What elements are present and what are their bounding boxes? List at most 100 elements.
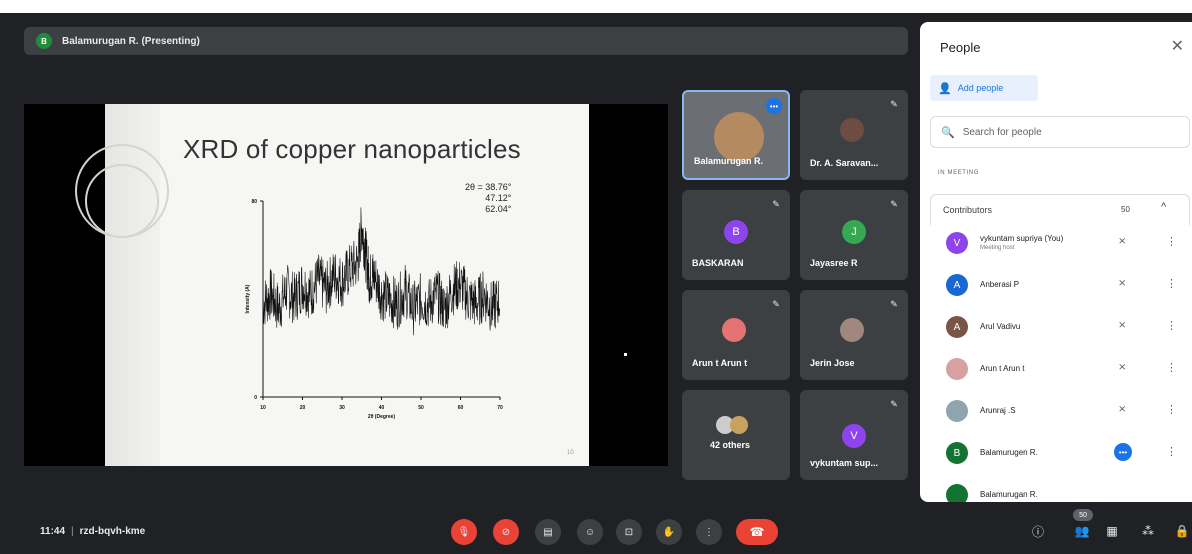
- y-axis-label: Intensity (A): [245, 284, 251, 313]
- participant-row[interactable]: A Anberasi P ⨯ ⋮: [930, 268, 1188, 306]
- mic-off-icon[interactable]: ⨯: [1118, 404, 1126, 415]
- info-icon[interactable]: ⓘ: [1028, 521, 1048, 541]
- mic-off-icon[interactable]: ⨯: [1118, 362, 1126, 373]
- captions-button[interactable]: ▤: [535, 519, 561, 545]
- camera-off-button[interactable]: ⊘: [493, 519, 519, 545]
- contributors-header[interactable]: Contributors 50 ^: [930, 194, 1190, 225]
- meeting-info: 11:44 | rzd-bqvh-kme: [40, 526, 146, 537]
- profile-photo: [722, 318, 746, 342]
- mic-off-icon: ✎: [890, 398, 898, 409]
- more-vert-icon[interactable]: ⋮: [1166, 235, 1177, 248]
- tile-name: BASKARAN: [692, 258, 744, 268]
- x-tick-label: 20: [300, 405, 306, 411]
- mic-off-button[interactable]: 🎙: [451, 519, 477, 545]
- x-tick-label: 50: [418, 405, 424, 411]
- more-vert-icon[interactable]: ⋮: [1166, 319, 1177, 332]
- avatar: V: [842, 424, 866, 448]
- more-vert-icon[interactable]: ⋮: [1166, 445, 1177, 458]
- x-tick-label: 10: [260, 405, 266, 411]
- panel-title: People: [940, 40, 981, 55]
- x-tick-label: 60: [458, 405, 464, 411]
- participants-badge: 50: [1073, 509, 1093, 521]
- avatar: B: [946, 442, 968, 464]
- participant-row[interactable]: Arun t Arun t ⨯ ⋮: [930, 352, 1188, 390]
- tile-name: Jayasree R: [810, 258, 858, 268]
- reactions-button[interactable]: ☺: [577, 519, 603, 545]
- tile-others[interactable]: 42 others: [682, 390, 790, 480]
- profile-photo: [840, 118, 864, 142]
- more-vert-icon[interactable]: ⋮: [1166, 277, 1177, 290]
- avatar: V: [946, 232, 968, 254]
- participant-row[interactable]: B Balamurugen R. ••• ⋮: [930, 436, 1188, 474]
- add-people-button[interactable]: 👤 Add people: [930, 75, 1038, 101]
- mic-off-icon[interactable]: ⨯: [1118, 236, 1126, 247]
- participant-name: Balamurugan R.: [980, 490, 1038, 499]
- profile-photo: [946, 400, 968, 422]
- presenting-banner: B Balamurugan R. (Presenting): [24, 27, 908, 55]
- profile-photo: [946, 358, 968, 380]
- meeting-code: rzd-bqvh-kme: [79, 526, 146, 537]
- raise-hand-button[interactable]: ✋: [656, 519, 682, 545]
- tile-participant[interactable]: ✎ B BASKARAN: [682, 190, 790, 280]
- lock-icon[interactable]: 🔒: [1172, 521, 1192, 541]
- video-person: [714, 112, 764, 162]
- participant-name: Arun t Arun t: [980, 364, 1025, 373]
- presentation-slide: XRD of copper nanoparticles 2θ = 38.76° …: [75, 104, 589, 466]
- close-icon[interactable]: ✕: [1171, 36, 1184, 56]
- x-axis-label: 2θ (Degree): [368, 414, 395, 420]
- more-dots-icon[interactable]: •••: [766, 98, 782, 114]
- more-vert-icon[interactable]: ⋮: [1166, 403, 1177, 416]
- presenting-label: Balamurugan R. (Presenting): [62, 35, 200, 47]
- tile-name: Dr. A. Saravan...: [810, 158, 879, 168]
- chat-icon[interactable]: ▦: [1102, 521, 1122, 541]
- tile-participant[interactable]: ✎ Arun t Arun t: [682, 290, 790, 380]
- more-dots-icon[interactable]: •••: [1114, 443, 1132, 461]
- profile-photo: [840, 318, 864, 342]
- mic-off-icon: ✎: [890, 198, 898, 209]
- add-people-label: Add people: [957, 83, 1004, 93]
- tile-participant[interactable]: ✎ V vykuntam sup...: [800, 390, 908, 480]
- participant-row[interactable]: V vykuntam supriya (You) Meeting host ⨯ …: [930, 226, 1188, 264]
- participant-name: Arunraj .S: [980, 406, 1016, 415]
- mic-off-icon[interactable]: ⨯: [1118, 320, 1126, 331]
- x-tick-label: 40: [379, 405, 385, 411]
- add-person-icon: 👤: [938, 82, 952, 95]
- avatar: [946, 484, 968, 502]
- tile-name: Arun t Arun t: [692, 358, 748, 368]
- activities-icon[interactable]: ⁂: [1138, 521, 1158, 541]
- more-vert-icon[interactable]: ⋮: [1166, 361, 1177, 374]
- mic-off-icon: ✎: [772, 298, 780, 309]
- avatar: B: [724, 220, 748, 244]
- chevron-up-icon[interactable]: ^: [1161, 201, 1166, 213]
- tile-participant[interactable]: ✎ Jerin Jose: [800, 290, 908, 380]
- leave-call-button[interactable]: ☎: [736, 519, 778, 545]
- participant-role: Meeting host: [980, 245, 1015, 251]
- tile-participant[interactable]: ✎ J Jayasree R: [800, 190, 908, 280]
- search-input[interactable]: 🔍 Search for people: [930, 116, 1190, 148]
- tile-presenter-video[interactable]: ••• Balamurugan R.: [682, 90, 790, 180]
- participant-name: Balamurugen R.: [980, 448, 1038, 457]
- participant-row[interactable]: Arunraj .S ⨯ ⋮: [930, 394, 1188, 432]
- contributors-count: 50: [1121, 205, 1130, 214]
- more-options-button[interactable]: ⋮: [696, 519, 722, 545]
- profile-photo: [730, 416, 748, 434]
- section-heading: IN MEETING: [938, 170, 980, 176]
- avatar: A: [946, 316, 968, 338]
- participant-row[interactable]: A Arul Vadivu ⨯ ⋮: [930, 310, 1188, 348]
- participant-name: Anberasi P: [980, 280, 1020, 289]
- participant-name: Arul Vadivu: [980, 322, 1021, 331]
- clock: 11:44: [40, 526, 66, 537]
- tile-name: 42 others: [710, 440, 751, 450]
- people-icon[interactable]: 👥: [1072, 521, 1092, 541]
- mic-off-icon[interactable]: ⨯: [1118, 278, 1126, 289]
- avatar: A: [946, 274, 968, 296]
- participant-name: vykuntam supriya (You): [980, 234, 1064, 243]
- x-tick-label: 30: [339, 405, 345, 411]
- tile-participant[interactable]: ✎ Dr. A. Saravan...: [800, 90, 908, 180]
- x-tick-label: 70: [497, 405, 503, 411]
- participant-row[interactable]: Balamurugan R.: [930, 478, 1188, 502]
- present-button[interactable]: ⊡: [616, 519, 642, 545]
- xrd-series-line: [262, 207, 500, 336]
- search-icon: 🔍: [941, 126, 955, 139]
- mic-off-icon: ✎: [772, 198, 780, 209]
